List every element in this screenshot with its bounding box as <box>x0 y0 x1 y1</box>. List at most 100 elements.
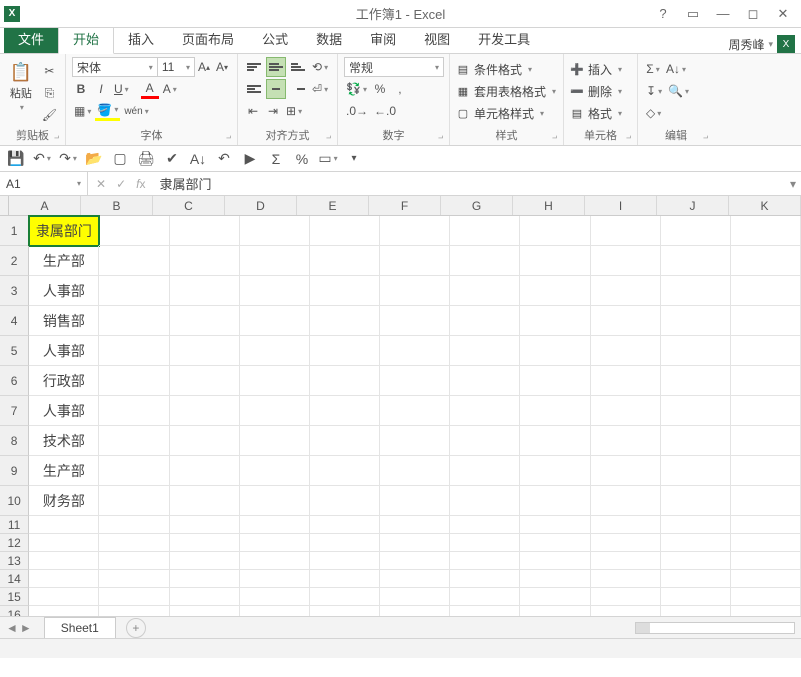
paste-dropdown-icon[interactable]: ▾ <box>20 103 24 112</box>
cell[interactable] <box>170 216 240 246</box>
cell[interactable] <box>170 588 240 606</box>
cell[interactable] <box>99 246 169 276</box>
cell[interactable] <box>380 366 450 396</box>
cell[interactable] <box>380 486 450 516</box>
cell[interactable] <box>450 396 520 426</box>
cell[interactable] <box>661 534 731 552</box>
cell[interactable] <box>591 396 661 426</box>
grow-font-icon[interactable]: A▴ <box>195 57 213 77</box>
cell[interactable] <box>661 306 731 336</box>
cell[interactable] <box>240 396 310 426</box>
sum-icon[interactable]: Σ <box>266 149 286 169</box>
cell[interactable] <box>731 216 801 246</box>
cell[interactable] <box>99 216 169 246</box>
cell[interactable]: 财务部 <box>29 486 99 516</box>
col-header-H[interactable]: H <box>513 196 585 215</box>
cell[interactable] <box>661 246 731 276</box>
conditional-format-button[interactable]: ▤条件格式▾ <box>456 59 557 79</box>
row-header[interactable]: 16 <box>0 606 29 616</box>
cell[interactable] <box>310 516 380 534</box>
insert-cells-button[interactable]: ➕插入▾ <box>570 59 631 79</box>
cell[interactable] <box>661 216 731 246</box>
cell[interactable] <box>29 606 99 616</box>
cell[interactable] <box>380 570 450 588</box>
cell-styles-button[interactable]: ▢单元格样式▾ <box>456 103 557 123</box>
ribbon-options-icon[interactable]: ▭ <box>679 4 707 24</box>
cell[interactable]: 技术部 <box>29 426 99 456</box>
cell[interactable] <box>591 246 661 276</box>
tab-file[interactable]: 文件 <box>4 24 58 53</box>
cell[interactable] <box>731 396 801 426</box>
cell[interactable] <box>99 456 169 486</box>
cell[interactable] <box>450 606 520 616</box>
cell[interactable]: 人事部 <box>29 396 99 426</box>
cell[interactable] <box>520 426 590 456</box>
sheet-nav-next-icon[interactable]: ► <box>20 621 32 635</box>
cell[interactable] <box>380 534 450 552</box>
cell[interactable] <box>731 570 801 588</box>
shrink-font-icon[interactable]: A▾ <box>213 57 231 77</box>
cell[interactable] <box>450 588 520 606</box>
cell[interactable] <box>661 516 731 534</box>
cell[interactable] <box>380 588 450 606</box>
cell[interactable] <box>380 276 450 306</box>
cell[interactable] <box>450 552 520 570</box>
cell[interactable] <box>731 306 801 336</box>
format-cells-button[interactable]: ▤格式▾ <box>570 103 631 123</box>
cell[interactable] <box>99 396 169 426</box>
align-bottom-icon[interactable] <box>288 57 308 77</box>
cell[interactable] <box>450 306 520 336</box>
col-header-C[interactable]: C <box>153 196 225 215</box>
cell[interactable] <box>591 588 661 606</box>
cell[interactable] <box>450 456 520 486</box>
cell[interactable] <box>731 246 801 276</box>
cell[interactable] <box>380 396 450 426</box>
new-icon[interactable]: ▢ <box>110 149 130 169</box>
align-middle-icon[interactable] <box>266 57 286 77</box>
cell[interactable] <box>450 516 520 534</box>
cell[interactable] <box>240 534 310 552</box>
cell[interactable] <box>240 366 310 396</box>
cell[interactable] <box>240 516 310 534</box>
cell[interactable] <box>731 456 801 486</box>
sort-filter-icon[interactable]: A↓▾ <box>664 59 688 79</box>
cell[interactable] <box>731 588 801 606</box>
col-header-K[interactable]: K <box>729 196 801 215</box>
cell[interactable] <box>310 456 380 486</box>
cell[interactable] <box>310 552 380 570</box>
font-color-a-icon[interactable]: A <box>141 79 159 99</box>
cell[interactable] <box>520 216 590 246</box>
comma-icon[interactable]: , <box>391 79 409 99</box>
cell[interactable] <box>310 426 380 456</box>
col-header-J[interactable]: J <box>657 196 729 215</box>
cell[interactable] <box>661 606 731 616</box>
cell[interactable] <box>591 306 661 336</box>
cell[interactable] <box>240 570 310 588</box>
cell[interactable] <box>310 306 380 336</box>
cell[interactable] <box>380 552 450 570</box>
cell[interactable] <box>520 336 590 366</box>
undo-icon[interactable]: ↶▾ <box>32 149 52 169</box>
cell[interactable] <box>520 606 590 616</box>
cell[interactable] <box>170 486 240 516</box>
cell[interactable] <box>661 588 731 606</box>
cell[interactable] <box>450 336 520 366</box>
cell[interactable] <box>170 246 240 276</box>
cell[interactable] <box>99 534 169 552</box>
user-dropdown-icon[interactable]: ▾ <box>768 39 773 50</box>
formula-bar[interactable]: 隶属部门 <box>153 172 785 195</box>
cell[interactable] <box>310 216 380 246</box>
cell[interactable] <box>591 456 661 486</box>
insert-function-icon[interactable]: fx <box>136 177 145 191</box>
paste-button[interactable]: 📋 粘贴 ▾ <box>6 57 36 125</box>
cell[interactable]: 生产部 <box>29 246 99 276</box>
find-select-icon[interactable]: 🔍▾ <box>666 81 691 101</box>
cell[interactable] <box>661 570 731 588</box>
cell[interactable]: 人事部 <box>29 336 99 366</box>
cell[interactable] <box>29 588 99 606</box>
col-header-I[interactable]: I <box>585 196 657 215</box>
cell[interactable] <box>731 276 801 306</box>
cancel-formula-icon[interactable]: ✕ <box>96 177 106 191</box>
percent2-icon[interactable]: % <box>292 149 312 169</box>
align-right-icon[interactable] <box>288 79 308 99</box>
